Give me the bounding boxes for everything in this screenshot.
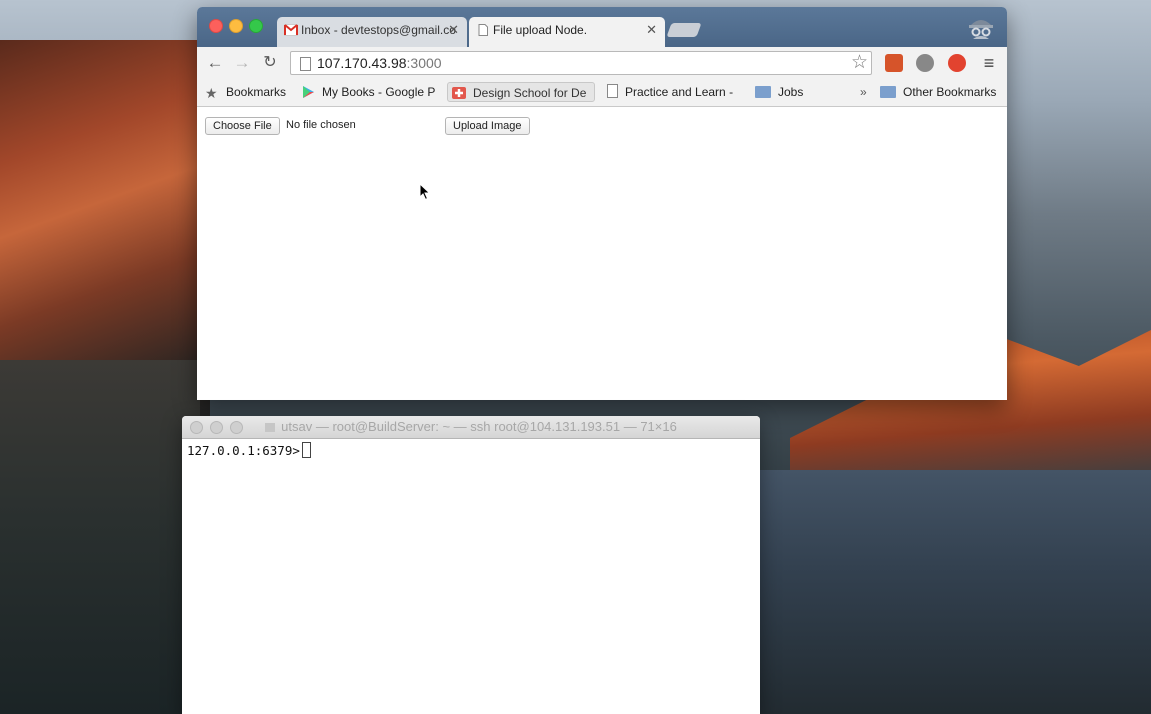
bookmarks-overflow-chevron-icon[interactable]: »: [860, 82, 867, 102]
close-icon[interactable]: ✕: [646, 17, 657, 43]
bookmarks-bar: ★ Bookmarks My Books - Google P Design Sc…: [197, 79, 1007, 107]
page-content: Choose File No file chosen Upload Image: [197, 107, 1007, 400]
browser-window: Inbox - devtestops@gmail.co ✕ File uploa…: [197, 7, 1007, 400]
close-window-button[interactable]: [209, 19, 223, 33]
terminal-output[interactable]: 127.0.0.1:6379>: [182, 439, 760, 461]
page-icon: [607, 84, 618, 98]
zoom-window-button[interactable]: [230, 421, 243, 434]
wallpaper-forest-left: [0, 360, 200, 714]
page-icon: [478, 24, 488, 36]
bookmark-star-icon[interactable]: ☆: [851, 52, 868, 74]
minimize-window-button[interactable]: [229, 19, 243, 33]
close-window-button[interactable]: [190, 421, 203, 434]
tab-label: File upload Node.: [493, 23, 588, 37]
folder-icon: [755, 86, 771, 98]
tab-inbox[interactable]: Inbox - devtestops@gmail.co ✕: [277, 17, 467, 47]
reload-icon[interactable]: ↻: [260, 53, 280, 73]
address-url[interactable]: 107.170.43.98:3000: [317, 55, 442, 71]
browser-toolbar: ← → ↻ 107.170.43.98:3000 ☆ ≡: [197, 47, 1007, 79]
terminal-prompt: 127.0.0.1:6379>: [187, 443, 300, 458]
bookmark-practice-learn[interactable]: Practice and Learn -: [607, 82, 737, 102]
page-icon: [300, 57, 311, 71]
file-status-label: No file chosen: [286, 119, 356, 131]
incognito-icon: [969, 20, 993, 39]
upload-image-button[interactable]: Upload Image: [445, 117, 530, 135]
new-tab-button[interactable]: [666, 23, 702, 37]
zoom-window-button[interactable]: [249, 19, 263, 33]
bookmark-other-bookmarks[interactable]: Other Bookmarks: [880, 82, 996, 102]
folder-icon: [880, 86, 896, 98]
close-icon[interactable]: ✕: [448, 17, 459, 43]
wallpaper-cliff-left: [0, 40, 210, 460]
tab-file-upload[interactable]: File upload Node. ✕: [469, 17, 665, 47]
terminal-window: utsav — root@BuildServer: ~ — ssh root@1…: [182, 416, 760, 714]
mouse-cursor-icon: [419, 183, 431, 201]
design-school-icon: [452, 87, 466, 99]
star-icon: ★: [205, 85, 218, 101]
choose-file-button[interactable]: Choose File: [205, 117, 280, 135]
book-extension-icon[interactable]: [885, 54, 903, 72]
bookmark-my-books[interactable]: My Books - Google P: [301, 82, 439, 102]
wallpaper-forest-right: [760, 470, 1151, 714]
text-cursor: [301, 442, 311, 458]
address-bar[interactable]: 107.170.43.98:3000 ☆: [290, 51, 872, 75]
tab-label: Inbox - devtestops@gmail.co: [301, 23, 456, 37]
forward-arrow-icon[interactable]: →: [232, 53, 252, 73]
bookmark-jobs[interactable]: Jobs: [755, 82, 803, 102]
minimize-window-button[interactable]: [210, 421, 223, 434]
google-play-icon: [303, 86, 314, 98]
terminal-title: utsav — root@BuildServer: ~ — ssh root@1…: [281, 419, 677, 434]
gmail-icon: [284, 24, 298, 36]
film-extension-icon[interactable]: [916, 54, 934, 72]
bookmark-design-school[interactable]: Design School for De: [447, 82, 595, 102]
terminal-titlebar[interactable]: utsav — root@BuildServer: ~ — ssh root@1…: [182, 416, 760, 439]
home-icon: [265, 423, 276, 432]
adblock-extension-icon[interactable]: [948, 54, 966, 72]
back-arrow-icon[interactable]: ←: [205, 53, 225, 73]
bookmark-bookmarks[interactable]: ★ Bookmarks: [205, 82, 286, 102]
hamburger-menu-icon[interactable]: ≡: [980, 53, 998, 73]
tab-strip: Inbox - devtestops@gmail.co ✕ File uploa…: [197, 7, 1007, 47]
